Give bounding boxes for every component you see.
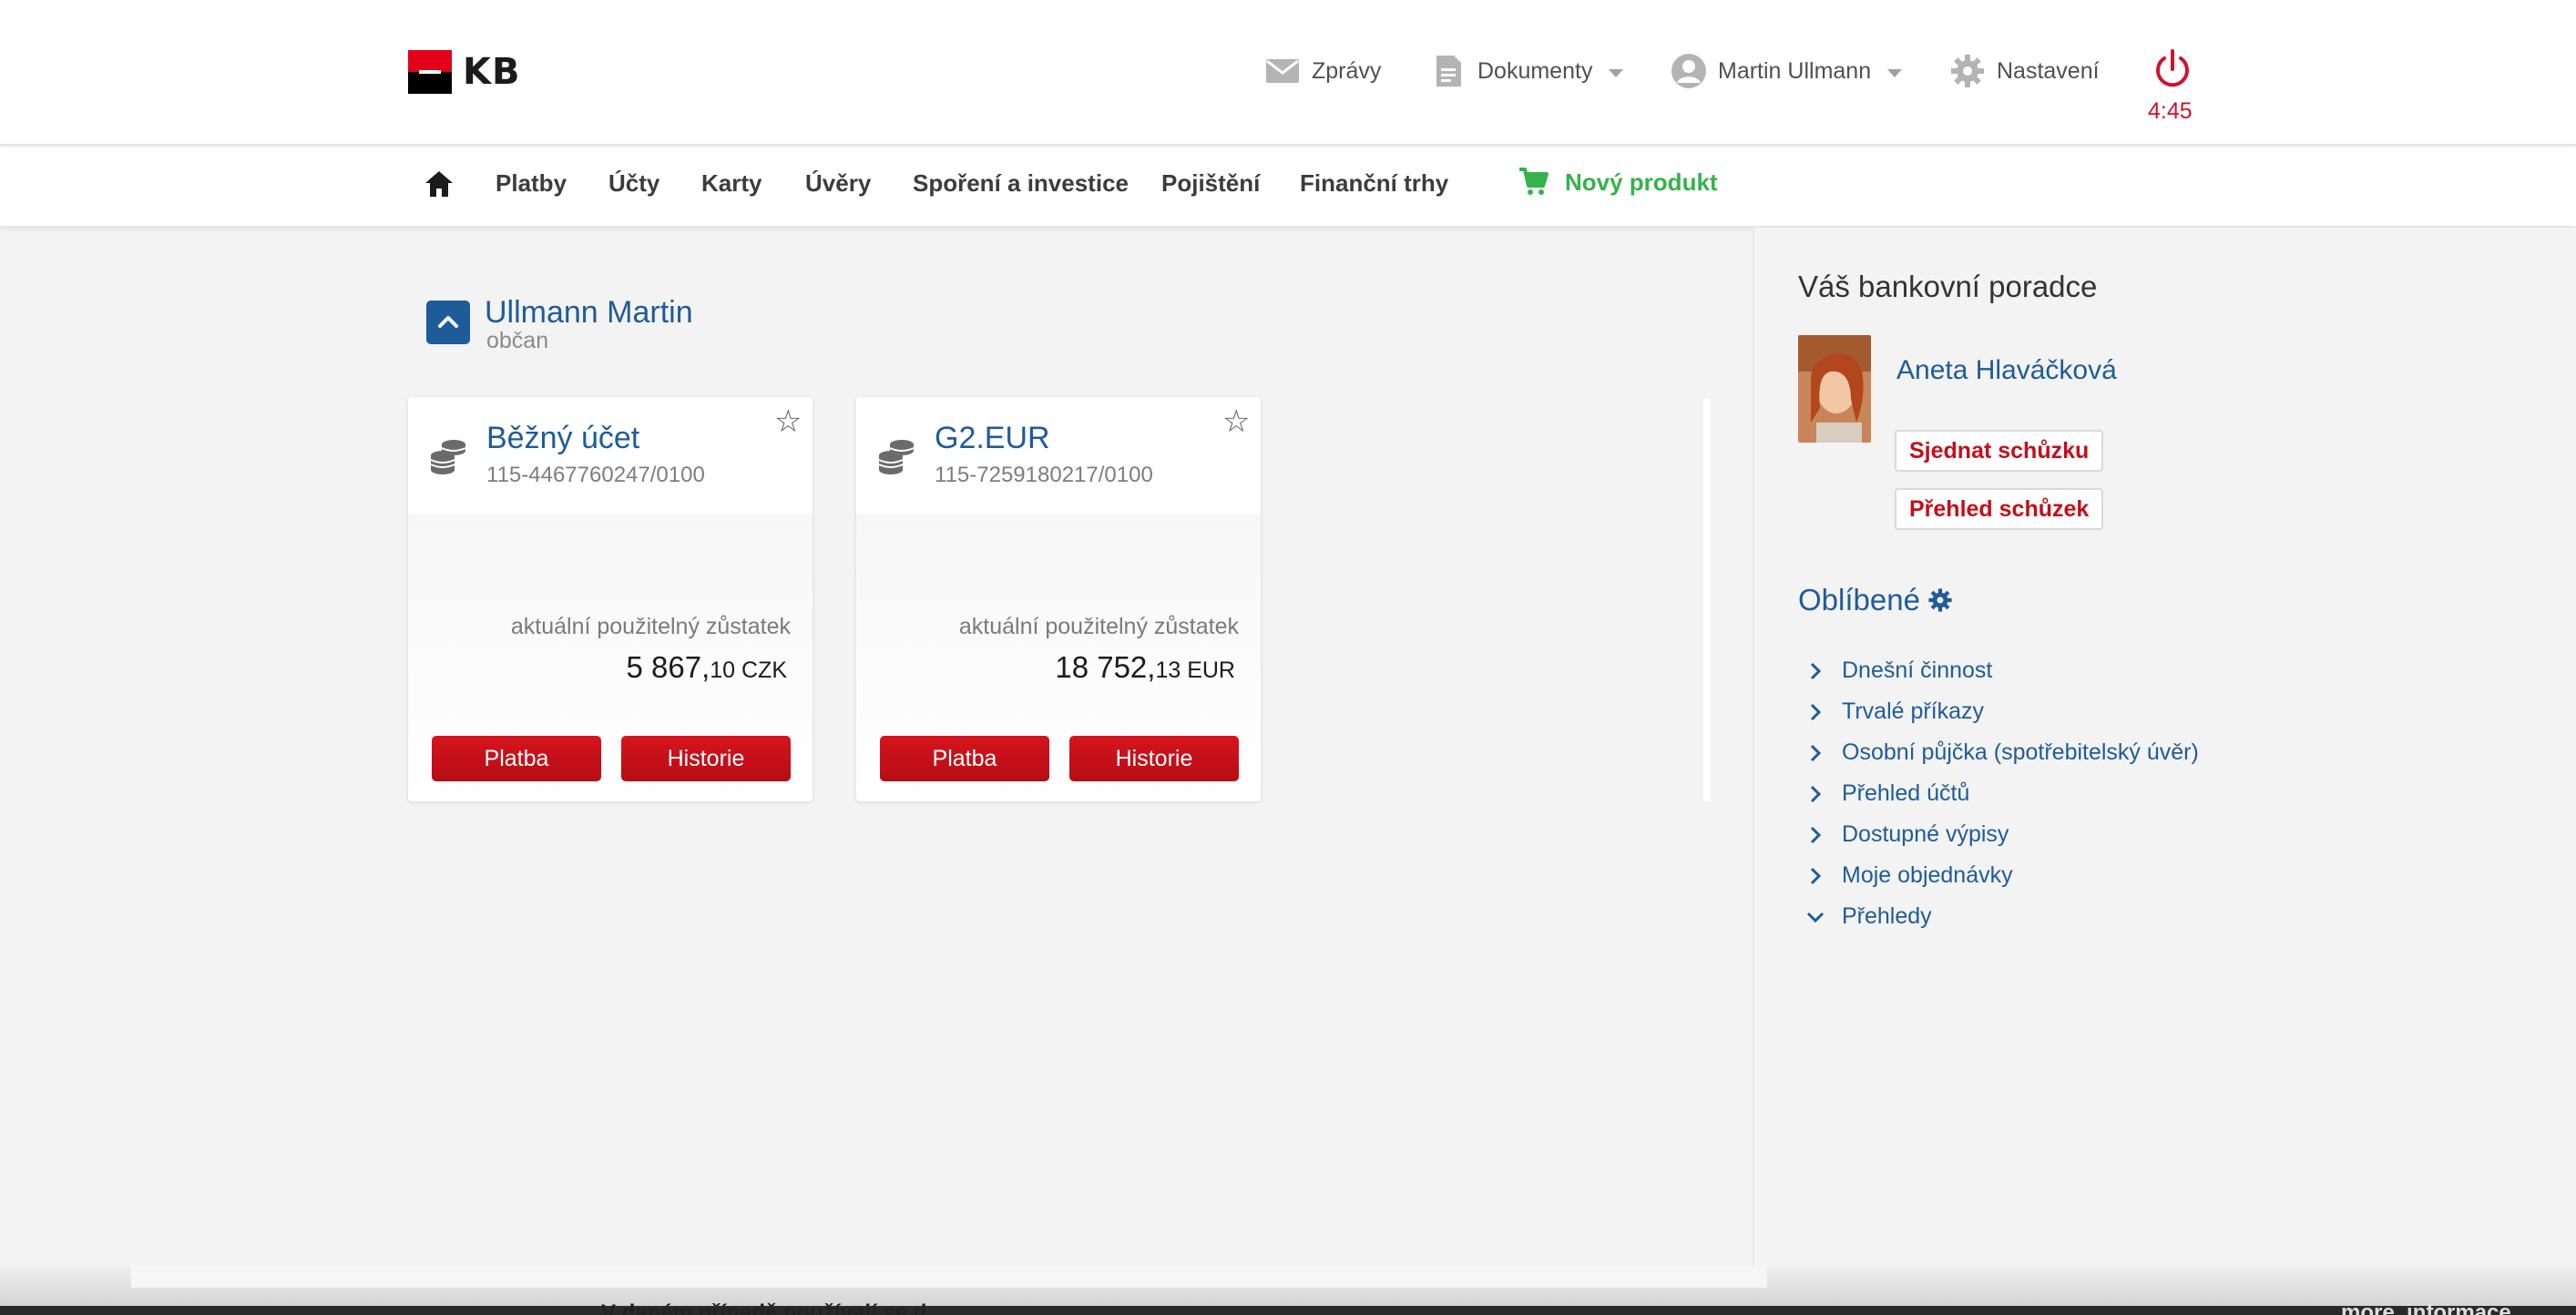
balance-label: aktuální použitelný zůstatek [510, 614, 791, 639]
chevron-down-icon [1806, 912, 1825, 923]
cart-icon [1519, 168, 1549, 195]
book-meeting-button[interactable]: Sjednat schůzku [1895, 430, 2104, 472]
balance-decimal-currency: 13 EUR [1155, 658, 1235, 683]
favorite-item[interactable]: Osobní půjčka (spotřebitelský úvěr) [1804, 732, 2199, 773]
document-icon [1436, 56, 1461, 87]
nav-item-sporeni[interactable]: Spoření a investice [913, 169, 1129, 198]
main-navigation: Platby Účty Karty Úvěry Spoření a invest… [0, 148, 2576, 226]
chevron-down-icon [1887, 68, 1903, 77]
star-icon[interactable]: ☆ [774, 406, 802, 437]
user-menu[interactable]: Martin Ullmann [1671, 51, 1903, 91]
footer-fragment-text: V daném případě používají se d [601, 1300, 927, 1315]
envelope-icon [1266, 59, 1299, 83]
advisor-name[interactable]: Aneta Hlaváčková [1896, 355, 2117, 386]
bottom-panel-edge [131, 1266, 1767, 1288]
payment-button[interactable]: Platba [432, 736, 601, 781]
logout-button[interactable] [2150, 47, 2195, 96]
power-icon [2156, 49, 2189, 87]
favorites-title: Oblíbené [1798, 583, 1920, 617]
account-card: ☆ Běžný účet 115-4467760247/0100 aktuáln… [408, 397, 813, 801]
account-number: 115-7259180217/0100 [935, 463, 1153, 487]
settings-label: Nastavení [1997, 57, 2100, 84]
advisor-photo [1798, 335, 1871, 443]
favorites-heading: Oblíbené [1798, 583, 1953, 617]
favorite-item[interactable]: Trvalé příkazy [1804, 691, 2199, 732]
favorites-list: Dnešní činnost Trvalé příkazy Osobní půj… [1804, 650, 2199, 937]
kb-logo[interactable]: KB [408, 50, 520, 94]
history-button[interactable]: Historie [1069, 736, 1239, 781]
balance-integer: 18 752, [1055, 650, 1156, 684]
client-type: občan [486, 328, 549, 353]
settings-link[interactable]: Nastavení [1949, 51, 2100, 91]
meetings-overview-button[interactable]: Přehled schůzek [1895, 488, 2104, 530]
nav-item-ucty[interactable]: Účty [608, 169, 659, 198]
favorite-item[interactable]: Přehled účtů [1804, 773, 2199, 814]
favorite-item[interactable]: Dnešní činnost [1804, 650, 2199, 691]
new-product-label: Nový produkt [1565, 168, 1718, 196]
favorite-label: Dnešní činnost [1842, 658, 1993, 683]
documents-label: Dokumenty [1477, 57, 1593, 84]
kb-logo-text: KB [463, 51, 521, 93]
nav-item-platby[interactable]: Platby [496, 169, 567, 198]
chevron-right-icon [1810, 662, 1822, 679]
account-title[interactable]: G2.EUR [935, 421, 1050, 456]
favorite-item[interactable]: Moje objednávky [1804, 855, 2199, 896]
balance-amount: 18 752,13 EUR [1055, 650, 1235, 685]
user-avatar-icon [1671, 54, 1706, 88]
messages-label: Zprávy [1312, 57, 1382, 84]
star-icon[interactable]: ☆ [1222, 406, 1250, 437]
account-number: 115-4467760247/0100 [486, 463, 705, 487]
favorite-label: Moje objednávky [1842, 862, 2013, 888]
favorite-item[interactable]: Dostupné výpisy [1804, 814, 2199, 855]
favorite-label: Osobní půjčka (spotřebitelský úvěr) [1842, 739, 2199, 765]
balance-decimal-currency: 10 CZK [710, 658, 787, 683]
chevron-down-icon [1609, 68, 1624, 77]
bottom-dark-edge [0, 1306, 2576, 1315]
kb-logo-mark [408, 50, 452, 94]
advisor-heading: Váš bankovní poradce [1798, 270, 2098, 303]
nav-item-uvery[interactable]: Úvěry [805, 169, 871, 198]
chevron-right-icon [1810, 826, 1822, 843]
balance-label: aktuální použitelný zůstatek [958, 614, 1239, 639]
favorite-label: Přehled účtů [1842, 780, 1970, 806]
footer-fragment-text-right: more_informace [2341, 1300, 2511, 1315]
coins-icon [878, 440, 915, 474]
chevron-right-icon [1810, 744, 1822, 761]
account-card: ☆ G2.EUR 115-7259180217/0100 aktuální po… [856, 397, 1261, 801]
session-timer: 4:45 [2148, 98, 2193, 124]
favorite-item[interactable]: Přehledy [1804, 896, 2199, 937]
client-name[interactable]: Ullmann Martin [485, 295, 693, 331]
balance-integer: 5 867, [626, 650, 710, 684]
gear-icon [1951, 55, 1984, 87]
coins-icon [430, 440, 466, 474]
history-button[interactable]: Historie [621, 736, 791, 781]
nav-item-karty[interactable]: Karty [701, 169, 762, 198]
nav-item-pojisteni[interactable]: Pojištění [1161, 169, 1260, 198]
top-header: KB Zprávy Dokumenty Martin Ullmann Nasta… [0, 0, 2576, 146]
scroll-strip [1703, 399, 1711, 801]
chevron-right-icon [1810, 785, 1822, 802]
home-icon[interactable] [423, 168, 455, 200]
collapse-client-button[interactable] [426, 301, 470, 344]
documents-menu[interactable]: Dokumenty [1430, 51, 1624, 91]
favorite-label: Přehledy [1842, 903, 1932, 929]
payment-button[interactable]: Platba [880, 736, 1049, 781]
balance-amount: 5 867,10 CZK [626, 650, 787, 685]
chevron-up-icon [438, 316, 458, 328]
new-product-link[interactable]: Nový produkt [1518, 166, 1718, 199]
user-name-label: Martin Ullmann [1718, 57, 1872, 84]
nav-item-financni-trhy[interactable]: Finanční trhy [1300, 169, 1448, 198]
chevron-right-icon [1810, 703, 1822, 720]
gear-icon[interactable] [1927, 587, 1953, 613]
chevron-right-icon [1810, 867, 1822, 884]
favorite-label: Trvalé příkazy [1842, 698, 1985, 724]
account-title[interactable]: Běžný účet [486, 421, 639, 456]
messages-link[interactable]: Zprávy [1264, 51, 1381, 91]
favorite-label: Dostupné výpisy [1842, 821, 2009, 847]
